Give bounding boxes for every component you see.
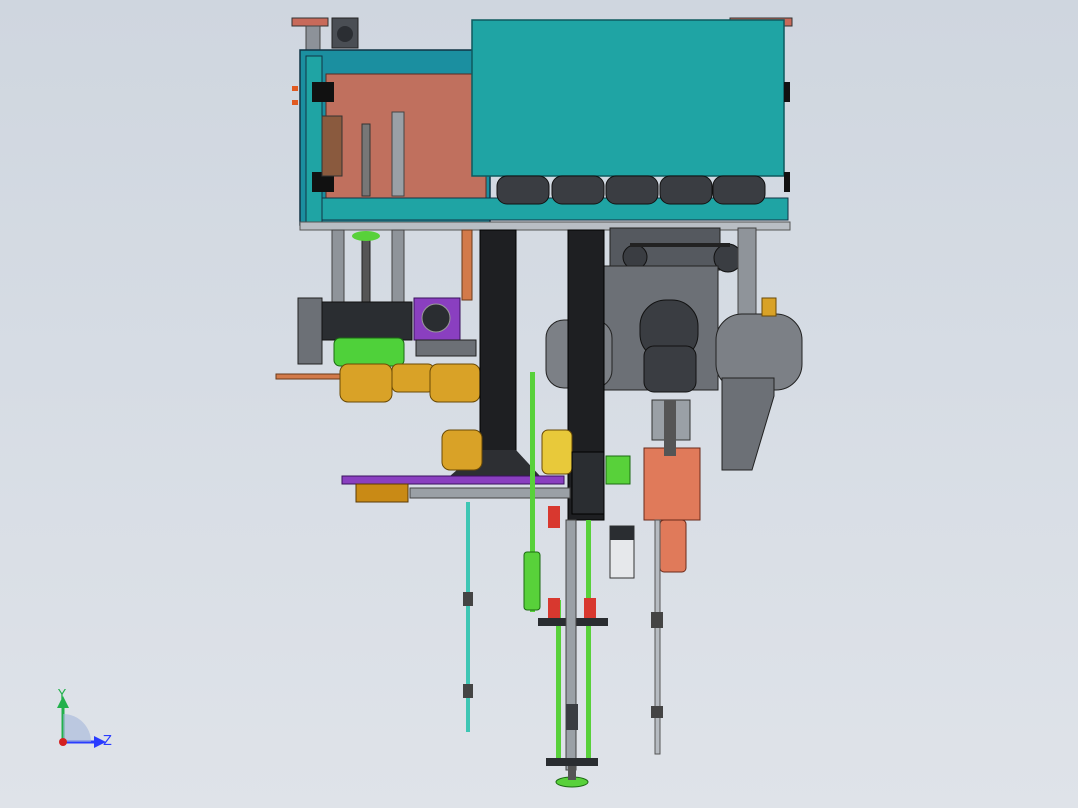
yellow-cup-icon bbox=[429, 363, 481, 403]
green-sleeve bbox=[523, 551, 541, 611]
fan-blade-icon bbox=[421, 303, 451, 333]
probe-joint bbox=[463, 684, 473, 698]
slide-rail-icon bbox=[355, 483, 409, 503]
top-post bbox=[305, 25, 321, 53]
rotation-arc-icon bbox=[63, 714, 91, 742]
frame-left-post bbox=[305, 55, 323, 223]
red-collar-icon bbox=[584, 598, 596, 618]
yellow-cup-icon bbox=[441, 429, 483, 471]
foot-plate-icon bbox=[546, 758, 598, 766]
black-column-icon bbox=[479, 229, 517, 481]
spring-coupling-icon bbox=[566, 704, 578, 730]
axis-triad: Y Z bbox=[57, 688, 112, 749]
probe-joint bbox=[651, 612, 663, 628]
guide-rod bbox=[391, 111, 405, 197]
copper-rod bbox=[461, 229, 473, 301]
yellow-cup-icon bbox=[541, 429, 573, 475]
sensor-box-top bbox=[610, 526, 634, 540]
yellow-cup-icon bbox=[339, 363, 393, 403]
copper-back-panel-icon bbox=[325, 73, 487, 199]
spring-rod-icon bbox=[361, 231, 371, 305]
lead-screw-icon bbox=[361, 123, 371, 197]
motor-body bbox=[321, 301, 413, 341]
yellow-cup-group-left bbox=[339, 363, 481, 403]
housing-side-tab bbox=[784, 82, 790, 102]
cylinder-icon bbox=[659, 175, 713, 205]
cylinder-icon bbox=[712, 175, 766, 205]
clamp-block bbox=[571, 451, 605, 515]
valve-nozzle bbox=[659, 519, 687, 573]
knob-icon bbox=[292, 86, 298, 91]
y-axis-label: Y bbox=[57, 688, 66, 703]
green-rod-icon bbox=[586, 520, 591, 764]
top-rail bbox=[291, 17, 329, 27]
red-collar-icon bbox=[548, 506, 560, 528]
valve-stem bbox=[664, 400, 676, 456]
pressure-tank-icon bbox=[643, 345, 697, 393]
belt bbox=[630, 243, 730, 247]
motor-icon bbox=[297, 297, 323, 365]
foot-stem bbox=[568, 766, 576, 780]
tank-cap bbox=[761, 297, 777, 317]
bearing-hub-icon bbox=[337, 26, 353, 42]
valve-body bbox=[643, 447, 701, 521]
support-rod bbox=[331, 229, 345, 303]
motor-green-sleeve bbox=[333, 337, 405, 367]
cylinder-icon bbox=[605, 175, 659, 205]
green-board bbox=[605, 455, 631, 485]
gray-probe-rod bbox=[654, 519, 661, 755]
teal-housing-icon bbox=[471, 19, 785, 177]
green-nut-icon bbox=[352, 231, 380, 241]
x-axis-origin-icon bbox=[59, 738, 67, 746]
slide-rail-bar bbox=[409, 487, 571, 499]
cad-viewport[interactable]: Y Z bbox=[0, 0, 1078, 808]
cad-assembly-drawing[interactable]: Y Z bbox=[0, 0, 1078, 808]
side-bracket bbox=[321, 115, 343, 177]
probe-joint bbox=[651, 706, 663, 718]
chute-plate bbox=[721, 377, 775, 471]
z-axis-label: Z bbox=[103, 734, 112, 749]
cylinder-icon bbox=[496, 175, 550, 205]
housing-side-tab bbox=[784, 172, 790, 192]
valve-assembly bbox=[643, 399, 701, 573]
center-rod bbox=[565, 519, 577, 771]
knob-icon bbox=[292, 100, 298, 105]
red-collar-icon bbox=[548, 598, 560, 618]
cylinder-icon bbox=[551, 175, 605, 205]
corner-clamp-icon bbox=[312, 82, 334, 102]
pulley-icon bbox=[622, 244, 648, 270]
yellow-cup-icon bbox=[391, 363, 435, 393]
fan-base bbox=[415, 339, 477, 357]
cylinder-bank bbox=[496, 175, 766, 205]
support-rod bbox=[391, 229, 405, 303]
probe-joint bbox=[463, 592, 473, 606]
